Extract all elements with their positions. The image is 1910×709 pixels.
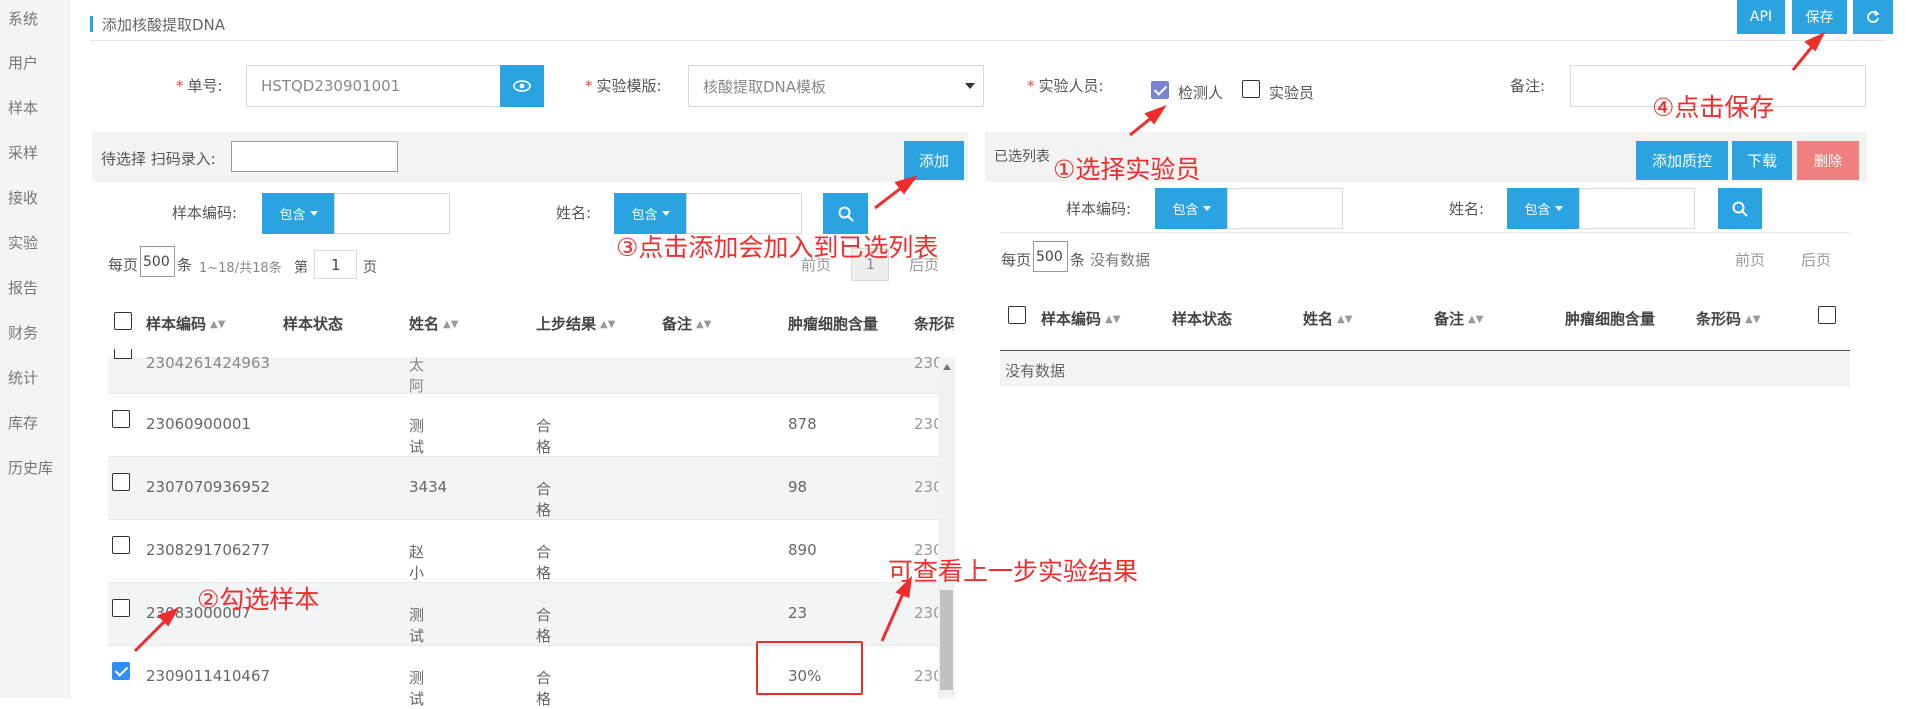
annotation-arrows — [133, 31, 1826, 653]
